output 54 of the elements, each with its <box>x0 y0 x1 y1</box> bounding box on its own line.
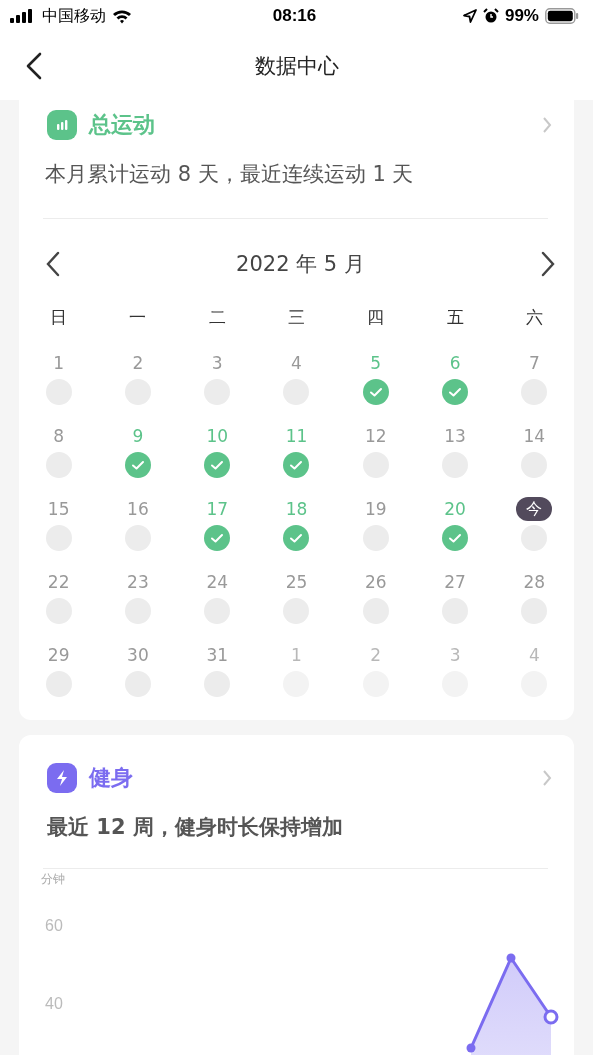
weekday-label: 日 <box>49 309 69 329</box>
axis-unit-label: 分钟 <box>41 871 66 888</box>
day-number[interactable]: 22 <box>47 570 70 594</box>
day-number[interactable]: 19 <box>364 497 387 521</box>
day-number[interactable]: 30 <box>127 643 149 667</box>
summary-text: 本月累计运动 8 天，最近连续运动 1 天 <box>44 161 415 188</box>
weekday-label: 五 <box>445 309 465 329</box>
day-number[interactable]: 20 <box>444 497 466 521</box>
day-number[interactable]: 3 <box>449 643 461 667</box>
today-badge[interactable]: 今 <box>516 497 553 521</box>
day-number[interactable]: 4 <box>528 643 540 667</box>
card-title: 总运动 <box>89 111 156 139</box>
weekday-label: 二 <box>207 309 227 329</box>
day-number[interactable]: 23 <box>127 570 149 594</box>
day-number[interactable]: 26 <box>364 570 387 594</box>
clock-time: 08:16 <box>272 6 317 26</box>
day-number[interactable]: 24 <box>206 570 228 594</box>
day-number[interactable]: 15 <box>47 497 70 521</box>
day-number[interactable]: 1 <box>291 643 302 667</box>
card-title: 健身 <box>89 764 134 792</box>
day-number[interactable]: 29 <box>47 643 70 667</box>
weekday-label: 三 <box>287 309 306 329</box>
day-number[interactable]: 4 <box>291 351 302 375</box>
day-number[interactable]: 25 <box>285 570 308 594</box>
day-number[interactable]: 9 <box>132 424 144 448</box>
carrier-name: 中国移动 <box>42 5 106 26</box>
day-number[interactable]: 7 <box>528 351 540 375</box>
month-title: 2022 年 5 月 <box>236 251 365 278</box>
day-number[interactable]: 28 <box>523 570 546 594</box>
day-number[interactable]: 16 <box>127 497 149 521</box>
battery-percentage: 99% <box>504 6 539 26</box>
summary-text: 最近 12 周，健身时长保持增加 <box>46 814 344 841</box>
weekday-label: 四 <box>366 309 386 329</box>
day-number[interactable]: 2 <box>370 643 382 667</box>
day-number[interactable]: 2 <box>132 351 144 375</box>
day-number[interactable]: 6 <box>449 351 461 375</box>
day-number[interactable]: 17 <box>206 497 228 521</box>
day-number[interactable]: 8 <box>53 424 65 448</box>
day-number[interactable]: 12 <box>364 424 387 448</box>
y-tick-label: 60 <box>45 917 63 934</box>
day-number[interactable]: 13 <box>444 424 466 448</box>
day-number[interactable]: 27 <box>444 570 466 594</box>
day-number[interactable]: 5 <box>370 351 382 375</box>
weekday-label: 六 <box>524 309 544 329</box>
day-number[interactable]: 11 <box>285 424 308 448</box>
day-number[interactable]: 18 <box>285 497 308 521</box>
weekday-label: 一 <box>128 309 148 329</box>
day-number[interactable]: 14 <box>523 424 546 448</box>
day-number[interactable]: 1 <box>53 351 65 375</box>
page-title: 数据中心 <box>254 53 339 80</box>
day-number[interactable]: 31 <box>206 643 228 667</box>
y-tick-label: 40 <box>45 995 63 1012</box>
day-number[interactable]: 10 <box>206 424 228 448</box>
day-number[interactable]: 3 <box>211 351 223 375</box>
